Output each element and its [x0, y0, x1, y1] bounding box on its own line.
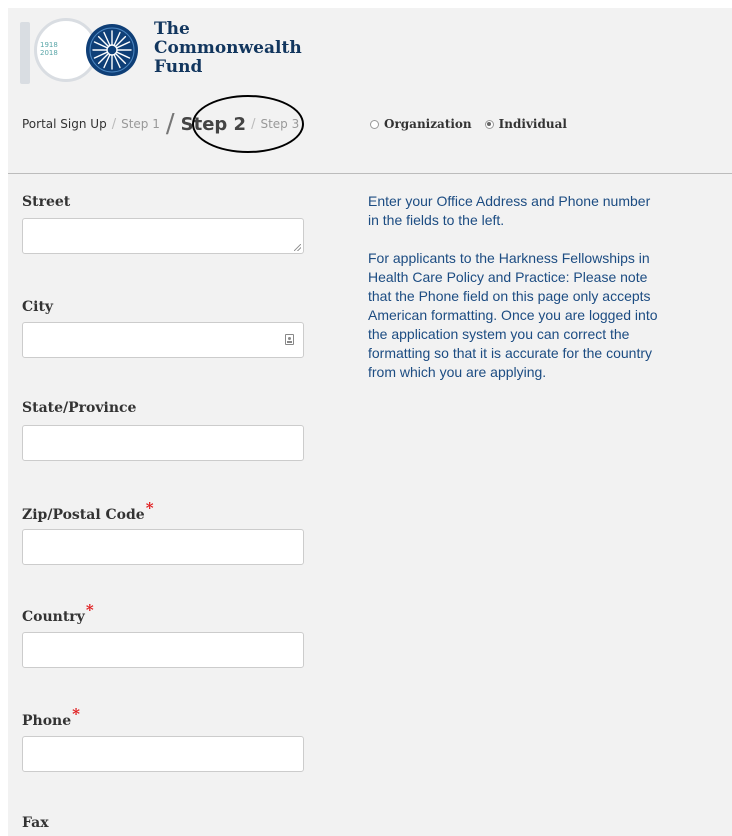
street-label: Street [22, 194, 70, 210]
state-province-label: State/Province [22, 400, 136, 416]
account-type-selector: Organization Individual [370, 117, 580, 131]
street-textarea[interactable] [22, 218, 304, 254]
commonwealth-fund-logo[interactable]: 1918 2018 The Commonwealth Fund [20, 18, 310, 88]
individual-radio-label[interactable]: Individual [499, 117, 567, 131]
city-label-text: City [22, 299, 54, 315]
brand-name-line: Fund [154, 57, 203, 77]
fax-label: Fax [22, 815, 49, 831]
logo-year-end: 2018 [40, 49, 58, 57]
organization-radio-label[interactable]: Organization [384, 117, 472, 131]
individual-radio[interactable] [484, 119, 494, 129]
country-label: Country* [22, 601, 94, 625]
city-label: City [22, 299, 53, 315]
left-margin [0, 0, 8, 836]
street-label-text: Street [22, 194, 71, 210]
logo-seal-icon [86, 24, 138, 76]
phone-label-text: Phone [22, 713, 72, 729]
help-text: Enter your Office Address and Phone numb… [368, 192, 732, 401]
required-marker: * [145, 499, 154, 517]
zip-postal-code-label: Zip/Postal Code* [22, 499, 154, 523]
contact-card-icon[interactable] [285, 334, 294, 345]
fax-label-text: Fax [22, 815, 49, 831]
brand-name: The Commonwealth Fund [154, 20, 302, 77]
help-paragraph-address: Enter your Office Address and Phone numb… [368, 193, 651, 228]
logo-digit-one [20, 22, 30, 84]
breadcrumb-step-1[interactable]: Step 1 [121, 117, 160, 131]
state-province-input[interactable] [22, 425, 304, 461]
phone-input[interactable] [22, 736, 304, 772]
city-input[interactable] [22, 322, 304, 358]
header-divider [8, 173, 732, 174]
required-marker: * [72, 705, 80, 723]
help-paragraph-harkness: For applicants to the Harkness Fellowshi… [368, 250, 658, 380]
state-province-label-text: State/Province [22, 400, 137, 416]
brand-name-line: Commonwealth [154, 38, 302, 58]
breadcrumb-separator: / [165, 109, 175, 139]
logo-year-start: 1918 [40, 41, 58, 49]
highlight-circle-annotation [192, 95, 304, 153]
zip-postal-code-input[interactable] [22, 529, 304, 565]
country-input[interactable] [22, 632, 304, 668]
required-marker: * [85, 601, 94, 619]
country-label-text: Country [22, 609, 85, 625]
breadcrumb-portal-sign-up[interactable]: Portal Sign Up [22, 117, 107, 131]
breadcrumb-separator: / [111, 116, 117, 132]
organization-radio[interactable] [370, 119, 379, 129]
resize-handle-icon[interactable] [294, 244, 301, 251]
zip-postal-code-label-text: Zip/Postal Code [22, 507, 145, 523]
logo-years: 1918 2018 [40, 41, 58, 57]
phone-label: Phone* [22, 705, 80, 729]
brand-name-line: The [154, 19, 190, 39]
